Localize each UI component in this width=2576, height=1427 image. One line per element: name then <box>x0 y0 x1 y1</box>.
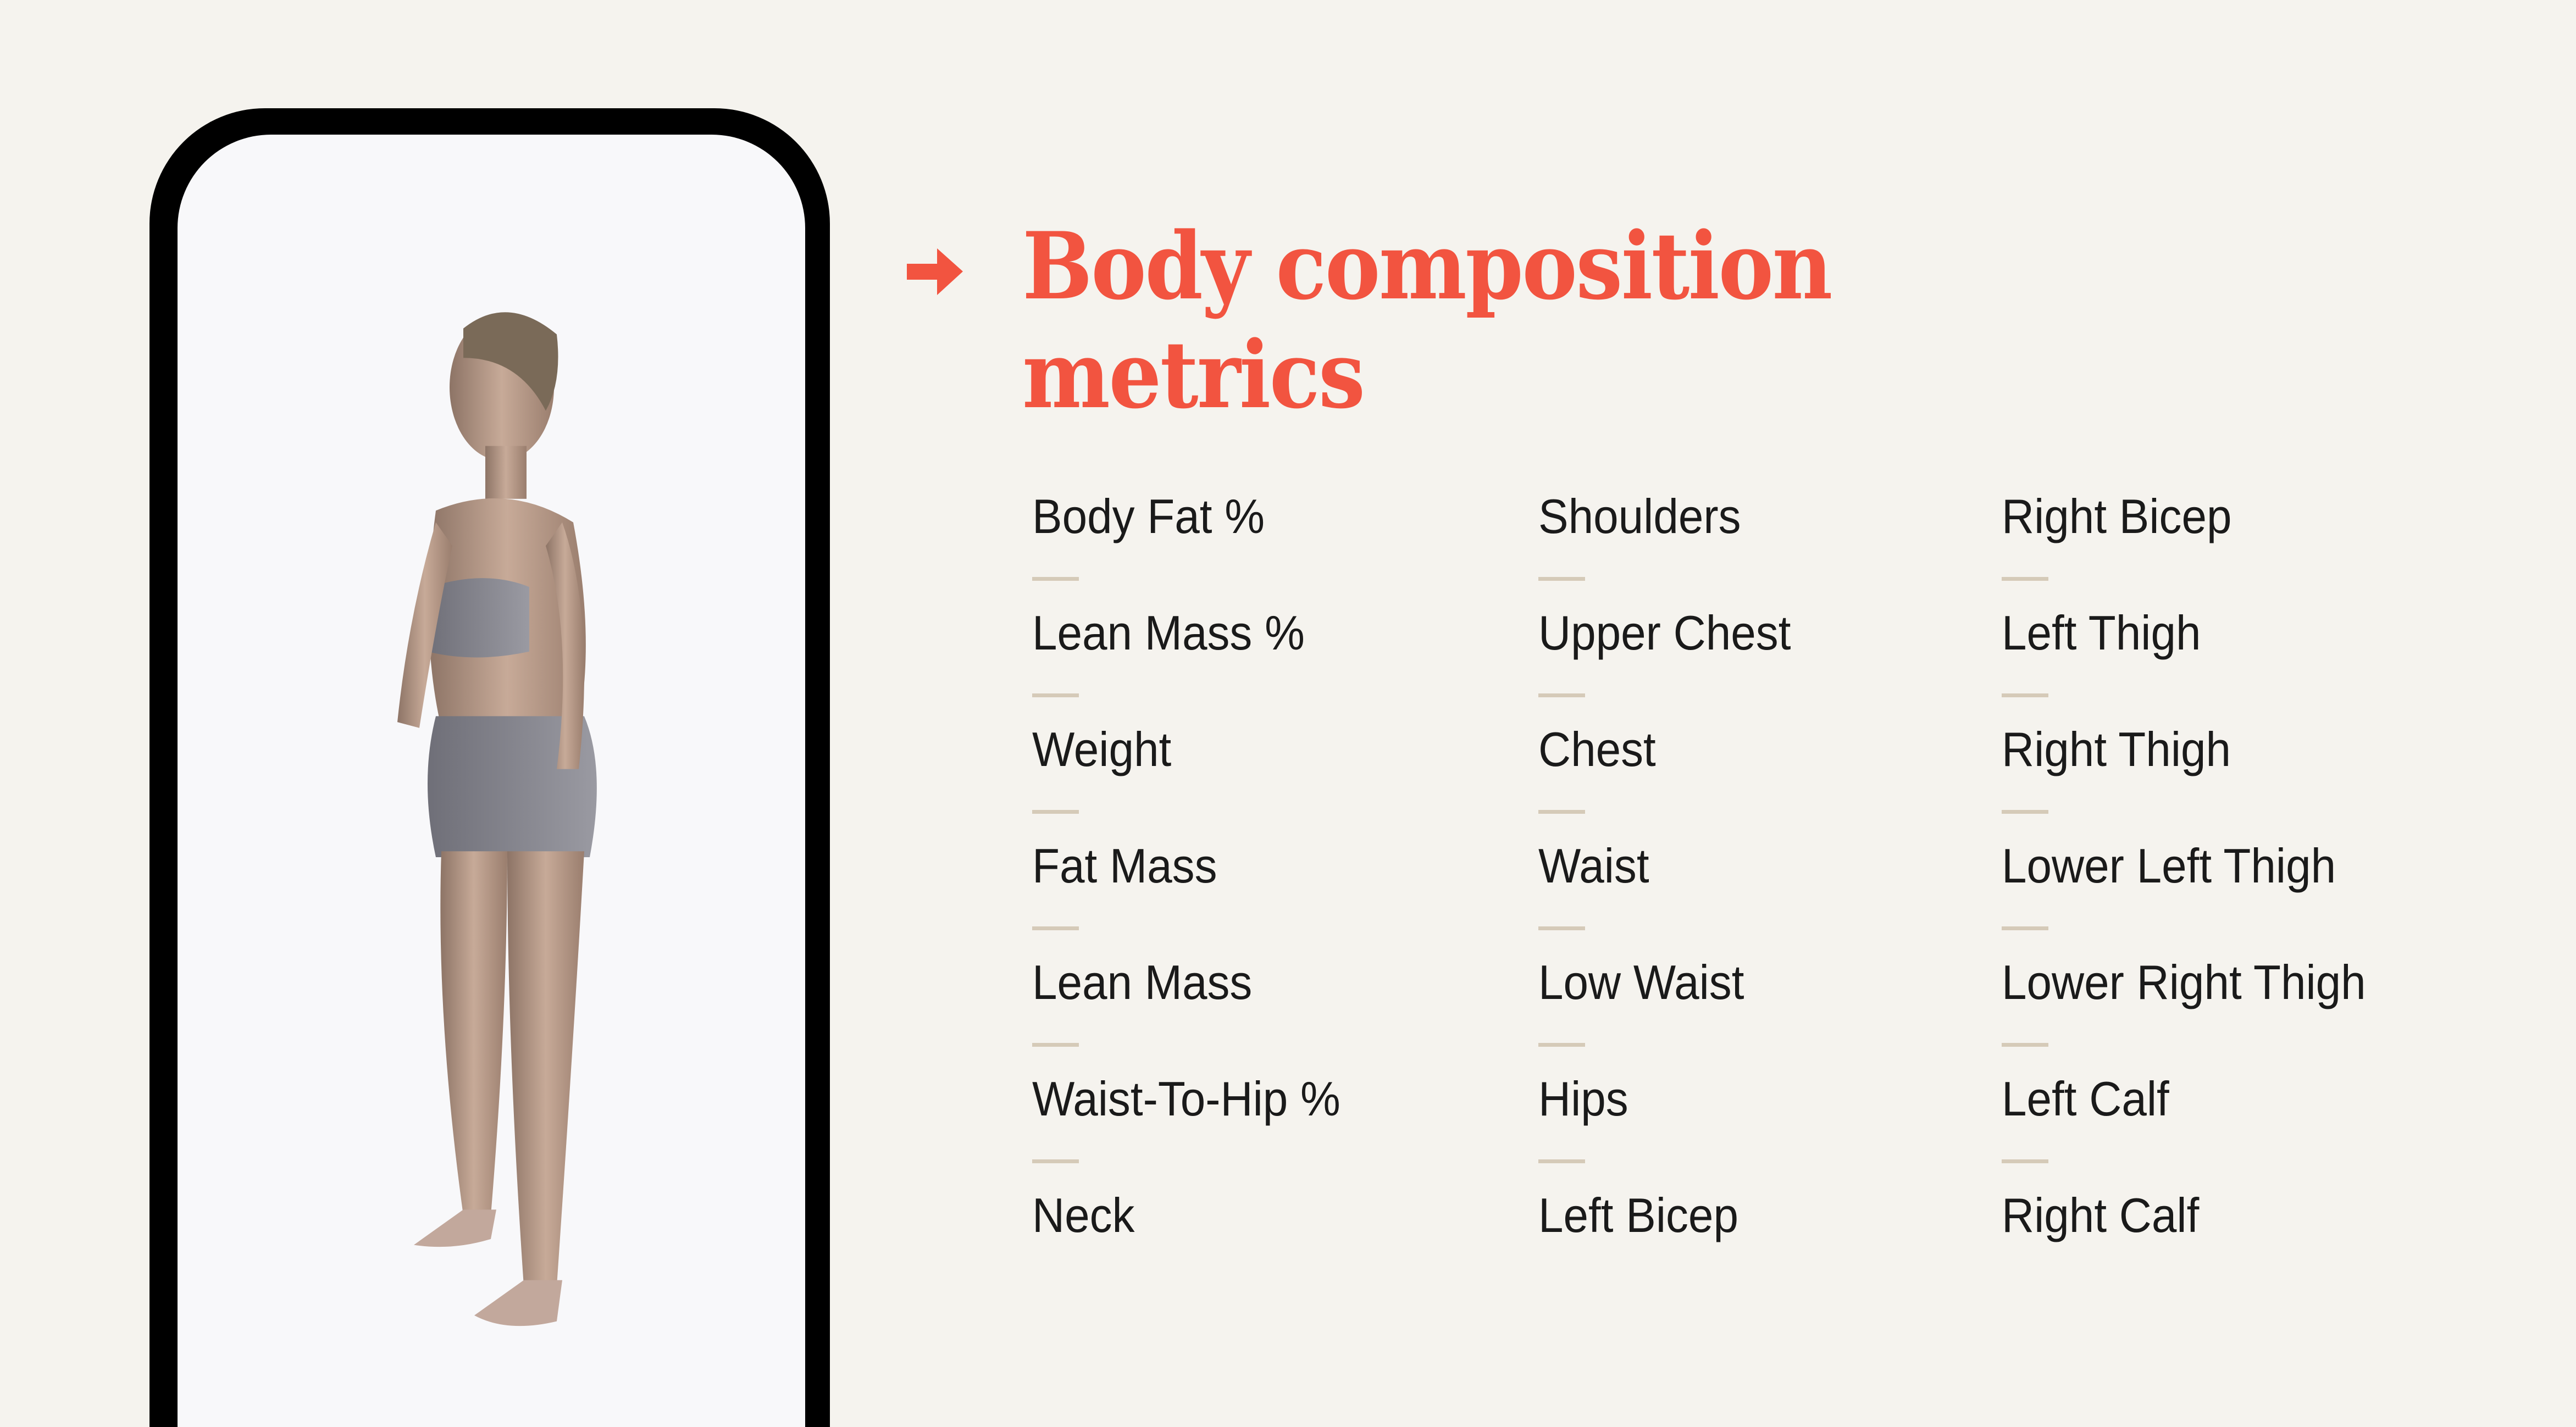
metric-item: Shoulders <box>1538 489 1810 606</box>
metric-item: Hips <box>1538 1071 1810 1188</box>
metric-label: Body Fat % <box>1032 489 1265 543</box>
divider <box>1032 1159 1079 1163</box>
metric-item: Right Calf <box>2002 1188 2394 1304</box>
metric-label: Waist-To-Hip % <box>1032 1071 1340 1126</box>
metric-item: Right Bicep <box>2002 489 2394 606</box>
metric-label: Right Thigh <box>2002 722 2231 776</box>
divider <box>1032 693 1079 697</box>
divider <box>1538 1043 1585 1047</box>
metric-label: Left Thigh <box>2002 606 2201 660</box>
metric-label: Lean Mass <box>1032 955 1253 1009</box>
metric-label: Neck <box>1032 1188 1135 1242</box>
metric-item: Waist-To-Hip % <box>1032 1071 1364 1188</box>
metric-item: Neck <box>1032 1188 1364 1304</box>
metric-item: Body Fat % <box>1032 489 1364 606</box>
metric-label: Left Calf <box>2002 1071 2169 1126</box>
metric-label: Waist <box>1538 839 1649 893</box>
metric-label: Lean Mass % <box>1032 606 1305 660</box>
arrow-right-icon <box>907 248 963 295</box>
divider <box>1538 810 1585 814</box>
metric-label: Chest <box>1538 722 1656 776</box>
divider <box>1538 577 1585 581</box>
metric-label: Left Bicep <box>1538 1188 1738 1242</box>
divider <box>1538 1159 1585 1163</box>
metric-label: Weight <box>1032 722 1172 776</box>
divider <box>1032 810 1079 814</box>
metric-item: Waist <box>1538 839 1810 955</box>
title-line-2: metrics <box>1022 320 1365 429</box>
metric-label: Hips <box>1538 1071 1628 1126</box>
divider <box>1032 926 1079 930</box>
metric-item: Chest <box>1538 722 1810 839</box>
divider <box>2002 810 2048 814</box>
divider <box>1538 926 1585 930</box>
divider <box>2002 926 2048 930</box>
metric-label: Lower Right Thigh <box>2002 955 2366 1009</box>
metric-label: Lower Left Thigh <box>2002 839 2336 893</box>
metric-label: Right Calf <box>2002 1188 2200 1242</box>
phone-screen <box>178 135 805 1427</box>
metric-label: Shoulders <box>1538 489 1741 543</box>
metric-label: Right Bicep <box>2002 489 2232 543</box>
metrics-column-1: Body Fat % Lean Mass % Weight Fat Mass L… <box>1032 489 1364 1304</box>
metric-item: Lean Mass <box>1032 955 1364 1071</box>
metric-item: Weight <box>1032 722 1364 839</box>
metrics-column-3: Right Bicep Left Thigh Right Thigh Lower… <box>2002 489 2394 1304</box>
divider <box>1032 1043 1079 1047</box>
divider <box>1538 693 1585 697</box>
title-line-1: Body composition <box>1022 212 1832 320</box>
phone-frame <box>149 108 830 1427</box>
metric-item: Left Bicep <box>1538 1188 1810 1304</box>
metric-item: Fat Mass <box>1032 839 1364 955</box>
divider <box>2002 1043 2048 1047</box>
metric-item: Left Calf <box>2002 1071 2394 1188</box>
body-scan-avatar <box>397 312 597 1326</box>
metric-label: Upper Chest <box>1538 606 1791 660</box>
metric-item: Lower Right Thigh <box>2002 955 2394 1071</box>
metrics-column-2: Shoulders Upper Chest Chest Waist Low Wa… <box>1538 489 1810 1304</box>
metric-item: Low Waist <box>1538 955 1810 1071</box>
metric-item: Lower Left Thigh <box>2002 839 2394 955</box>
divider <box>2002 577 2048 581</box>
metric-item: Upper Chest <box>1538 606 1810 722</box>
metric-label: Low Waist <box>1538 955 1744 1009</box>
metric-item: Lean Mass % <box>1032 606 1364 722</box>
metric-item: Right Thigh <box>2002 722 2394 839</box>
divider <box>2002 1159 2048 1163</box>
divider <box>1032 577 1079 581</box>
page-title: Body composition metrics <box>1022 212 1832 429</box>
divider <box>2002 693 2048 697</box>
metric-label: Fat Mass <box>1032 839 1217 893</box>
metric-item: Left Thigh <box>2002 606 2394 722</box>
